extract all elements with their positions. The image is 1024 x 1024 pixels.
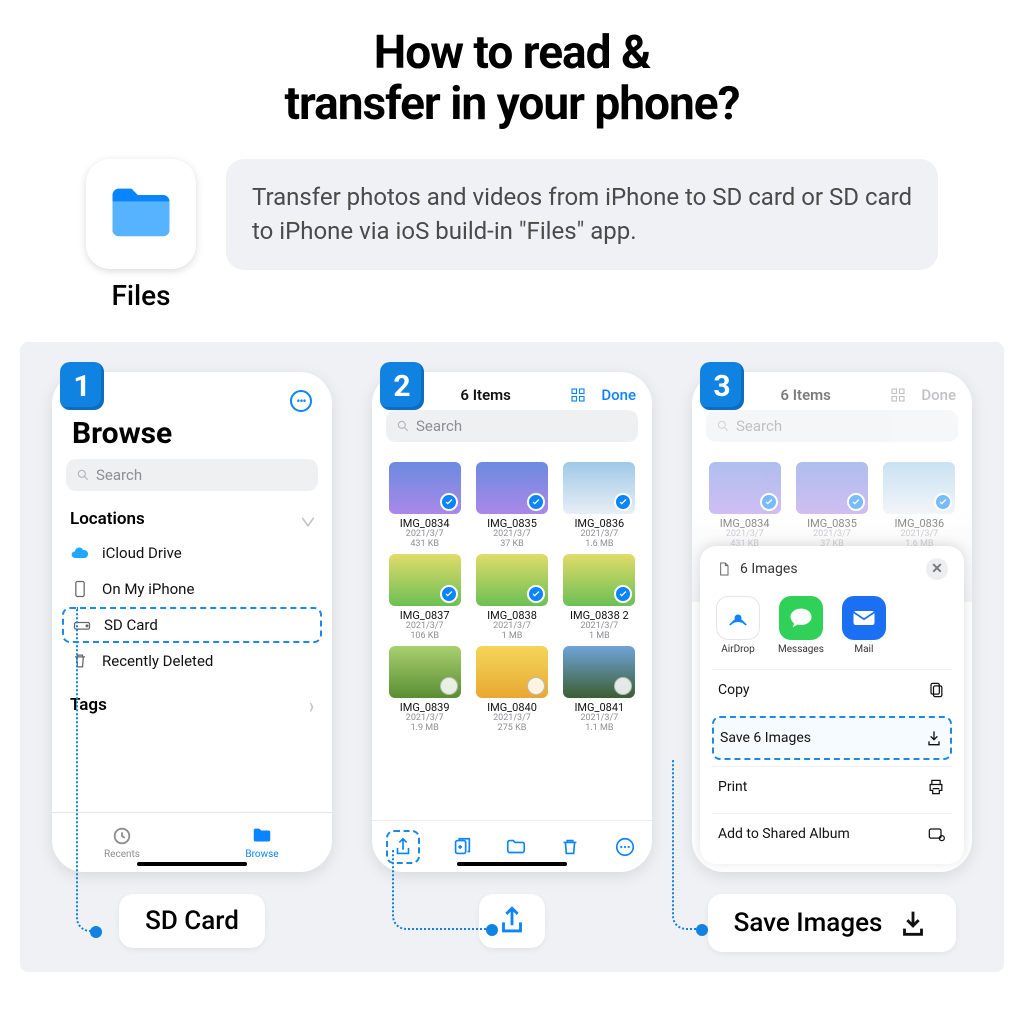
files-app-icon [86, 159, 196, 269]
share-target-airdrop[interactable]: AirDrop [716, 596, 760, 655]
location-sd-card[interactable]: SD Card [62, 607, 322, 643]
search-icon [76, 468, 90, 482]
search-icon [716, 419, 730, 433]
move-button[interactable] [503, 834, 529, 860]
search-input[interactable]: Search [66, 459, 318, 491]
duplicate-icon [451, 836, 473, 858]
folder-icon [251, 825, 273, 847]
copy-icon [926, 680, 946, 700]
grid-icon[interactable] [569, 386, 587, 404]
share-button[interactable] [386, 830, 420, 864]
airdrop-icon [724, 604, 752, 632]
search-input: Search [706, 410, 958, 442]
messages-icon [787, 604, 815, 632]
download-icon [924, 728, 944, 748]
callout-sd-card: SD Card [119, 894, 265, 948]
file-size: 1.9 MB [411, 724, 439, 734]
action-save-images[interactable]: Save 6 Images [712, 716, 952, 760]
phone-screenshot-2: 6 Items Done Search IMG_0834 2021/3/7 43… [372, 372, 652, 872]
search-input[interactable]: Search [386, 410, 638, 442]
drive-icon [72, 615, 92, 635]
file-size: 1.1 MB [585, 724, 613, 734]
chevron-right-icon: › [309, 692, 314, 719]
duplicate-button[interactable] [449, 834, 475, 860]
file-item[interactable]: IMG_0836 2021/3/7 1.6 MB [559, 462, 640, 550]
file-item[interactable]: IMG_0841 2021/3/7 1.1 MB [559, 646, 640, 734]
tags-header[interactable]: Tags› [52, 689, 332, 721]
trash-icon [70, 651, 90, 671]
grid-icon [889, 386, 907, 404]
location-on-my-iphone[interactable]: On My iPhone [52, 571, 332, 607]
browse-title: Browse [52, 416, 332, 459]
search-icon [396, 419, 410, 433]
file-size: 275 KB [498, 724, 527, 734]
sheet-title: 6 Images [740, 561, 798, 577]
file-item[interactable]: IMG_0840 2021/3/7 275 KB [471, 646, 552, 734]
callout-share [479, 894, 545, 948]
close-button[interactable]: ✕ [926, 558, 948, 580]
share-icon [495, 904, 529, 938]
file-item[interactable]: IMG_0838 2021/3/7 1 MB [471, 554, 552, 642]
trash-icon [559, 836, 581, 858]
share-target-messages[interactable]: Messages [778, 596, 824, 655]
page-title: How to read & transfer in your phone? [0, 0, 1024, 129]
step-badge-2: 2 [380, 362, 424, 410]
step-badge-3: 3 [700, 362, 744, 410]
file-item[interactable]: IMG_0835 2021/3/7 37 KB [471, 462, 552, 550]
action-copy[interactable]: Copy [712, 669, 952, 710]
item-count: 6 Items [460, 386, 510, 404]
shared-album-icon [926, 824, 946, 844]
share-icon [392, 836, 414, 858]
download-icon [896, 906, 930, 940]
file-size: 1 MB [502, 632, 523, 642]
more-icon [614, 836, 636, 858]
more-icon[interactable]: ••• [290, 390, 312, 412]
action-print[interactable]: Print [712, 766, 952, 807]
folder-icon [505, 836, 527, 858]
file-item[interactable]: IMG_0839 2021/3/7 1.9 MB [384, 646, 465, 734]
file-item[interactable]: IMG_0834 2021/3/7 431 KB [384, 462, 465, 550]
step-badge-1: 1 [60, 362, 104, 410]
share-target-mail[interactable]: Mail [842, 596, 886, 655]
location-recently-deleted[interactable]: Recently Deleted [52, 643, 332, 679]
file-item[interactable]: IMG_0836 2021/3/7 1.6 MB [879, 462, 960, 550]
locations-header[interactable]: Locations⌵ [52, 503, 332, 535]
file-size: 1.6 MB [585, 540, 613, 550]
item-count: 6 Items [780, 386, 830, 404]
action-add-shared-album[interactable]: Add to Shared Album [712, 813, 952, 854]
document-icon [716, 561, 732, 577]
delete-button[interactable] [557, 834, 583, 860]
done-button[interactable]: Done [601, 386, 636, 404]
location-icloud[interactable]: iCloud Drive [52, 535, 332, 571]
file-item[interactable]: IMG_0835 2021/3/7 37 KB [791, 462, 872, 550]
more-button[interactable] [612, 834, 638, 860]
phone-screenshot-1: ••• Browse Search Locations⌵ iCloud Driv… [52, 372, 332, 872]
files-app-label: Files [111, 279, 170, 312]
clock-icon [111, 825, 133, 847]
callout-save-images: Save Images [708, 894, 957, 952]
file-size: 106 KB [410, 632, 439, 642]
mail-icon [850, 604, 878, 632]
chevron-down-icon: ⌵ [302, 505, 314, 533]
file-size: 431 KB [410, 540, 439, 550]
file-size: 1 MB [589, 632, 610, 642]
print-icon [926, 777, 946, 797]
file-item[interactable]: IMG_0838 2 2021/3/7 1 MB [559, 554, 640, 642]
phone-screenshot-3: 6 Items Done Search IMG_0834 2021/3/7 43… [692, 372, 972, 872]
file-size: 37 KB [500, 540, 524, 550]
file-item[interactable]: IMG_0834 2021/3/7 431 KB [704, 462, 785, 550]
phone-icon [70, 579, 90, 599]
file-item[interactable]: IMG_0837 2021/3/7 106 KB [384, 554, 465, 642]
cloud-icon [70, 543, 90, 563]
description-text: Transfer photos and videos from iPhone t… [226, 159, 938, 270]
share-sheet: 6 Images ✕ AirDrop Messages Mai [700, 546, 964, 864]
